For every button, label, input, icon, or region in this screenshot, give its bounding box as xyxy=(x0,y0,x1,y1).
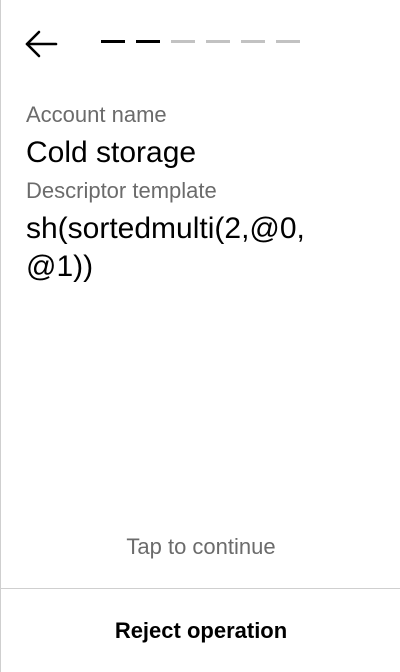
progress-step xyxy=(171,40,195,43)
descriptor-template-label: Descriptor template xyxy=(26,178,217,203)
header xyxy=(1,0,400,86)
progress-step xyxy=(136,40,160,43)
descriptor-template-value: sh(sortedmulti(2,@0, @1)) xyxy=(26,210,386,286)
progress-step xyxy=(241,40,265,43)
descriptor-line-2: @1)) xyxy=(26,250,94,283)
back-button[interactable] xyxy=(19,26,63,62)
account-name-label: Account name xyxy=(26,102,167,127)
progress-step xyxy=(276,40,300,43)
content: Account name Cold storage Descriptor tem… xyxy=(26,100,386,286)
account-name-value: Cold storage xyxy=(26,136,197,169)
progress-step xyxy=(101,40,125,43)
screen[interactable]: Account name Cold storage Descriptor tem… xyxy=(0,0,400,672)
descriptor-line-1: sh(sortedmulti(2,@0, xyxy=(26,212,305,245)
progress-step xyxy=(206,40,230,43)
tap-to-continue-hint: Tap to continue xyxy=(126,534,276,559)
step-progress xyxy=(101,40,300,43)
arrow-left-icon xyxy=(25,30,58,58)
reject-operation-button[interactable]: Reject operation xyxy=(1,589,400,672)
